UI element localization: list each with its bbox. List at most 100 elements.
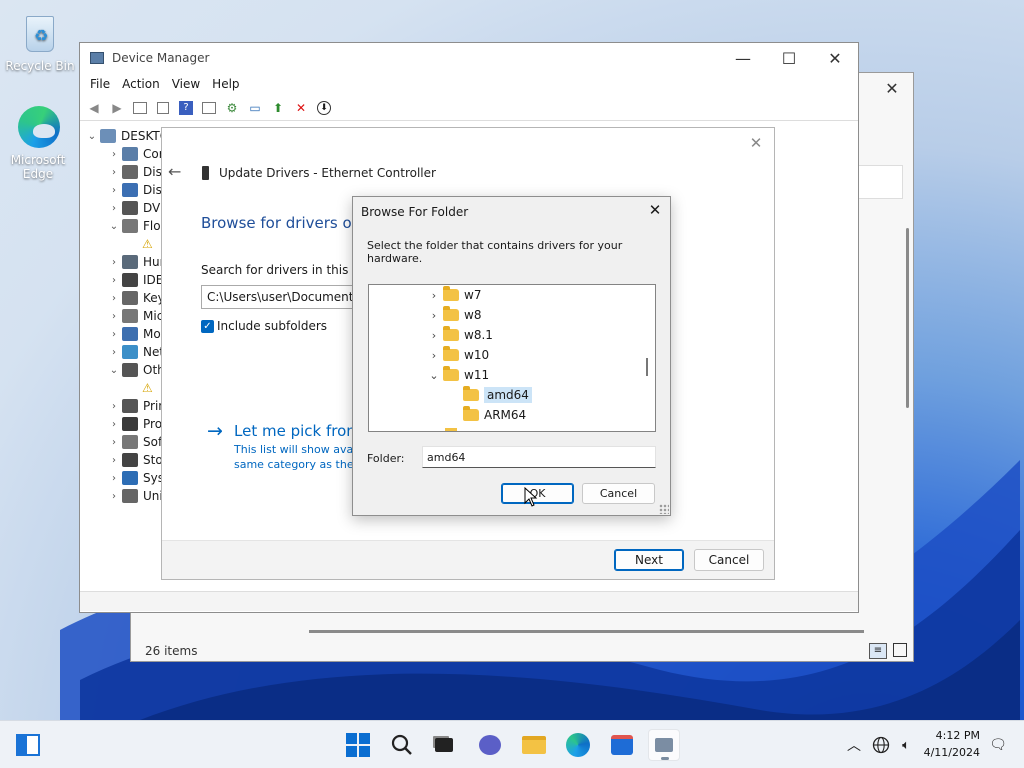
device-category-row[interactable]: › IDE (106, 271, 163, 289)
start-windows-icon[interactable] (342, 729, 374, 761)
chevron-right-icon[interactable]: › (106, 455, 122, 466)
device-category-row[interactable]: › Stor (106, 451, 168, 469)
folder-tree-scrollbar[interactable] (646, 358, 648, 376)
help-icon[interactable]: ? (176, 98, 196, 118)
path-input[interactable]: C:\Users\user\Documents (201, 285, 361, 309)
file-explorer-icon[interactable] (518, 729, 550, 761)
menu-help[interactable]: Help (206, 77, 245, 91)
chevron-right-icon[interactable]: › (106, 203, 122, 214)
device-category-row[interactable]: › DVD (106, 199, 169, 217)
details-icon[interactable] (199, 98, 219, 118)
folder-row[interactable]: ARM64 (463, 405, 526, 425)
chevron-right-icon[interactable]: › (106, 329, 122, 340)
browse-cancel-button[interactable]: Cancel (582, 483, 655, 504)
widgets-icon[interactable] (12, 729, 44, 761)
chevron-right-icon[interactable]: › (106, 491, 122, 502)
chevron-right-icon[interactable]: › (106, 257, 122, 268)
update-driver-icon[interactable]: ⬆ (268, 98, 288, 118)
wizard-cancel-button[interactable]: Cancel (694, 549, 764, 571)
wizard-back-arrow-icon[interactable]: ← (168, 162, 181, 181)
include-subfolders-checkbox[interactable]: ✓ (201, 320, 214, 333)
task-view-icon[interactable] (428, 729, 460, 761)
folder-row[interactable]: › w8.1 (425, 325, 493, 345)
folder-row[interactable]: › w8 (425, 305, 481, 325)
folder-row[interactable]: › w7 (425, 285, 481, 305)
scan-hardware-icon[interactable]: ⚙ (222, 98, 242, 118)
device-manager-taskbar-icon[interactable] (648, 729, 680, 761)
chevron-down-icon[interactable]: ⌄ (106, 221, 122, 232)
notification-icon[interactable]: 🗨︎ (982, 729, 1014, 761)
chevron-right-icon[interactable]: › (425, 349, 443, 362)
device-category-row[interactable]: › Prin (106, 397, 166, 415)
details-view-icon[interactable]: ≡ (869, 643, 887, 659)
chevron-right-icon[interactable]: › (425, 329, 443, 342)
device-category-row[interactable]: › Mo (106, 325, 161, 343)
menu-action[interactable]: Action (116, 77, 166, 91)
device-category-row[interactable]: ⌄ Oth (106, 361, 165, 379)
tiles-view-icon[interactable] (893, 643, 907, 657)
chevron-down-icon[interactable]: ⌄ (84, 131, 100, 142)
clock-time[interactable]: 4:12 PM (930, 729, 980, 742)
folder-row[interactable]: ⌄ w11 (425, 365, 489, 385)
clock-date[interactable]: 4/11/2024 (922, 746, 980, 759)
device-category-row[interactable]: › Key (106, 289, 165, 307)
next-button[interactable]: Next (614, 549, 684, 571)
device-category-row[interactable]: ⚠ (142, 235, 163, 253)
properties-view-icon[interactable] (130, 98, 150, 118)
search-icon[interactable] (386, 729, 418, 761)
menu-file[interactable]: File (84, 77, 116, 91)
chevron-right-icon[interactable]: › (106, 419, 122, 430)
chevron-right-icon[interactable]: › (106, 401, 122, 412)
tree-root[interactable]: ⌄ DESKTO (84, 127, 169, 145)
chevron-right-icon[interactable]: › (106, 311, 122, 322)
device-category-row[interactable]: › Soft (106, 433, 167, 451)
monitor-icon[interactable]: ▭ (245, 98, 265, 118)
explorer-close-button[interactable]: ✕ (869, 73, 915, 103)
store-icon[interactable] (606, 729, 638, 761)
list-view-icon[interactable] (153, 98, 173, 118)
chevron-right-icon[interactable]: › (425, 289, 443, 302)
device-category-row[interactable]: › Disp (106, 181, 169, 199)
folder-row[interactable]: › w10 (425, 345, 489, 365)
device-category-row[interactable]: › Cor (106, 145, 164, 163)
device-category-row[interactable]: › Net (106, 343, 164, 361)
browse-for-folder-dialog[interactable]: Browse For Folder ✕ Select the folder th… (352, 196, 671, 516)
device-category-row[interactable]: › Syst (106, 469, 169, 487)
uninstall-icon[interactable]: ✕ (291, 98, 311, 118)
chevron-down-icon[interactable]: ⌄ (106, 365, 122, 376)
close-button[interactable]: ✕ (812, 43, 858, 73)
chevron-right-icon[interactable]: › (106, 437, 122, 448)
wizard-close-button[interactable]: ✕ (736, 128, 776, 158)
forward-arrow-icon[interactable]: ▶ (107, 98, 127, 118)
edge-taskbar-icon[interactable] (562, 729, 594, 761)
explorer-scrollbar[interactable] (906, 228, 909, 408)
minimize-button[interactable]: — (720, 43, 766, 73)
download-icon[interactable]: ⬇ (314, 98, 334, 118)
menu-view[interactable]: View (166, 77, 206, 91)
back-arrow-icon[interactable]: ◀ (84, 98, 104, 118)
resize-grip-icon[interactable] (659, 504, 669, 514)
device-category-row[interactable]: › Pro (106, 415, 162, 433)
folder-row[interactable]: amd64 (463, 385, 532, 405)
device-category-row[interactable]: › Disk (106, 163, 169, 181)
device-category-row[interactable]: › Mic (106, 307, 163, 325)
chevron-right-icon[interactable]: › (106, 275, 122, 286)
chevron-right-icon[interactable]: › (106, 473, 122, 484)
pick-driver-link[interactable]: Let me pick from (234, 422, 361, 440)
folder-tree[interactable]: › w7 › w8 › w8.1 › w10 ⌄ w11 amd64 ARM64 (368, 284, 656, 432)
device-category-row[interactable]: ⚠ (142, 379, 163, 397)
desktop-icon-edge[interactable]: Microsoft Edge (0, 104, 76, 181)
maximize-button[interactable]: ☐ (766, 43, 812, 73)
chevron-right-icon[interactable]: › (425, 309, 443, 322)
desktop-icon-recycle-bin[interactable]: ♻ Recycle Bin (2, 10, 78, 73)
chevron-right-icon[interactable]: › (106, 149, 122, 160)
explorer-hscrollbar[interactable] (309, 630, 864, 633)
chat-icon[interactable] (474, 729, 506, 761)
chevron-right-icon[interactable]: › (106, 185, 122, 196)
chevron-right-icon[interactable]: › (106, 347, 122, 358)
device-category-row[interactable]: ⌄ Flop (106, 217, 168, 235)
folder-input[interactable]: amd64 (422, 446, 656, 468)
volume-muted-icon[interactable]: 🔈︎ (890, 729, 922, 761)
chevron-right-icon[interactable]: › (106, 293, 122, 304)
chevron-down-icon[interactable]: ⌄ (425, 369, 443, 382)
